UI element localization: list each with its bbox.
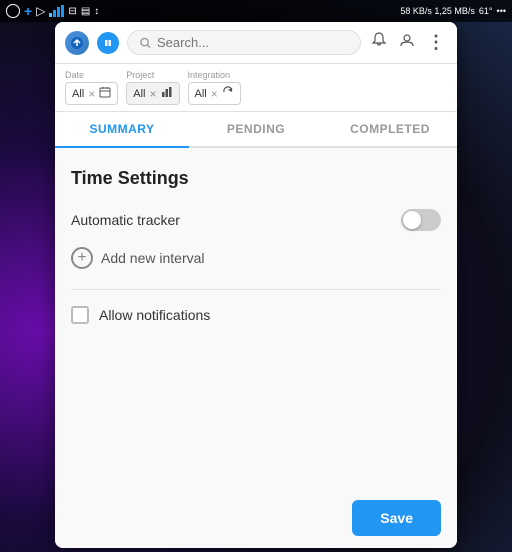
add-interval-row[interactable]: + Add new interval bbox=[71, 247, 441, 269]
pause-button[interactable] bbox=[97, 32, 119, 54]
status-bar: + ▷ ⊟ ▤ ↕ 58 KB/s 1,25 MB/s 61° ••• bbox=[0, 0, 512, 22]
chart-icon bbox=[161, 86, 173, 101]
status-bar-right: 58 KB/s 1,25 MB/s 61° ••• bbox=[400, 6, 506, 16]
avatar-button[interactable] bbox=[397, 30, 417, 55]
tabs: SUMMARY PENDING COMPLETED bbox=[55, 112, 457, 148]
header-icons: ⋮ bbox=[369, 30, 447, 55]
project-filter-group: Project All × bbox=[126, 70, 179, 105]
add-circle-icon: + bbox=[71, 247, 93, 269]
status-bar-left: + ▷ ⊟ ▤ ↕ bbox=[6, 3, 99, 19]
circle-icon bbox=[6, 4, 20, 18]
tab-pending[interactable]: PENDING bbox=[189, 112, 323, 148]
battery2-icon: ▤ bbox=[81, 6, 90, 17]
date-filter-clear[interactable]: × bbox=[88, 88, 95, 100]
project-filter-chip[interactable]: All × bbox=[126, 82, 179, 105]
allow-notifications-row: Allow notifications bbox=[71, 306, 441, 324]
project-filter-value: All bbox=[133, 88, 145, 100]
user-icon bbox=[399, 32, 415, 48]
integration-filter-label: Integration bbox=[188, 70, 241, 80]
project-filter-clear[interactable]: × bbox=[149, 88, 156, 100]
calendar-icon bbox=[99, 86, 111, 101]
date-filter-chip[interactable]: All × bbox=[65, 82, 118, 105]
footer: Save bbox=[55, 488, 457, 548]
section-title: Time Settings bbox=[71, 168, 441, 189]
integration-filter-chip[interactable]: All × bbox=[188, 82, 241, 105]
integration-filter-clear[interactable]: × bbox=[211, 88, 218, 100]
add-interval-label: Add new interval bbox=[101, 250, 205, 266]
dots-icon: ••• bbox=[497, 6, 506, 16]
signal-bars-icon bbox=[49, 5, 64, 17]
app-icon bbox=[65, 31, 89, 55]
more-button[interactable]: ⋮ bbox=[425, 30, 447, 55]
send-icon: ▷ bbox=[36, 4, 45, 18]
search-icon bbox=[140, 37, 151, 49]
bell-icon bbox=[371, 32, 387, 48]
content-area: Time Settings Automatic tracker + Add ne… bbox=[55, 148, 457, 488]
filter-row: Date All × Project All × bbox=[55, 64, 457, 112]
automatic-tracker-toggle[interactable] bbox=[401, 209, 441, 231]
speed-text: 58 KB/s 1,25 MB/s bbox=[400, 6, 475, 16]
date-filter-label: Date bbox=[65, 70, 118, 80]
bell-button[interactable] bbox=[369, 30, 389, 55]
integration-filter-value: All bbox=[195, 88, 207, 100]
allow-notifications-checkbox[interactable] bbox=[71, 306, 89, 324]
search-bar[interactable] bbox=[127, 30, 361, 55]
arrow-icon: ↕ bbox=[94, 6, 99, 17]
refresh-icon bbox=[222, 86, 234, 101]
temp-text: 61° bbox=[479, 6, 493, 16]
automatic-tracker-label: Automatic tracker bbox=[71, 212, 180, 228]
save-button[interactable]: Save bbox=[352, 500, 441, 536]
tab-summary[interactable]: SUMMARY bbox=[55, 112, 189, 148]
automatic-tracker-row: Automatic tracker bbox=[71, 209, 441, 231]
date-filter-value: All bbox=[72, 88, 84, 100]
integration-filter-group: Integration All × bbox=[188, 70, 241, 105]
search-input[interactable] bbox=[157, 35, 348, 50]
battery-icon: ⊟ bbox=[68, 6, 76, 17]
app-header: ⋮ bbox=[55, 22, 457, 64]
project-filter-label: Project bbox=[126, 70, 179, 80]
tab-completed[interactable]: COMPLETED bbox=[323, 112, 457, 148]
plus-icon: + bbox=[24, 3, 32, 19]
app-window: ⋮ Date All × Project bbox=[55, 22, 457, 548]
allow-notifications-label: Allow notifications bbox=[99, 307, 210, 323]
date-filter-group: Date All × bbox=[65, 70, 118, 105]
divider bbox=[71, 289, 441, 290]
